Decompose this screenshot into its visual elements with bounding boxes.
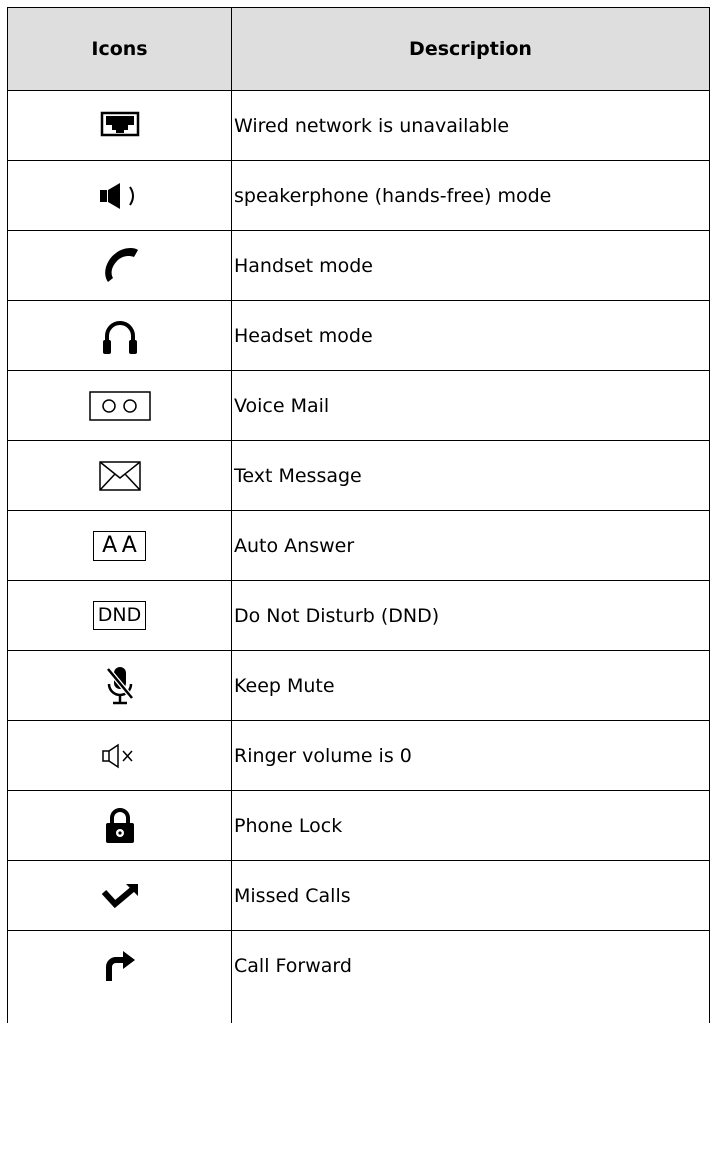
text-message-icon: [98, 460, 142, 492]
description: Voice Mail: [232, 371, 710, 440]
header-description: Description: [232, 8, 710, 90]
call-forward-icon: [103, 949, 137, 983]
table-row: AA Auto Answer: [7, 511, 710, 581]
description: Wired network is unavailable: [232, 91, 710, 160]
table-row: Call Forward: [7, 931, 710, 1023]
table-row: Headset mode: [7, 301, 710, 371]
table-row: Wired network is unavailable: [7, 91, 710, 161]
table-row: Keep Mute: [7, 651, 710, 721]
icons-table: Icons Description Wired network is unava…: [7, 7, 710, 1023]
phone-lock-icon: [103, 807, 137, 845]
headset-icon: [101, 316, 139, 356]
description: Missed Calls: [232, 861, 710, 930]
table-row: DND Do Not Disturb (DND): [7, 581, 710, 651]
table-row: Voice Mail: [7, 371, 710, 441]
table-row: Text Message: [7, 441, 710, 511]
handset-icon: [100, 246, 140, 286]
table-row: Handset mode: [7, 231, 710, 301]
description: Ringer volume is 0: [232, 721, 710, 790]
description: speakerphone (hands-free) mode: [232, 161, 710, 230]
voice-mail-icon: [88, 390, 151, 421]
auto-answer-icon: AA: [93, 530, 146, 561]
description: Handset mode: [232, 231, 710, 300]
header-icons: Icons: [7, 8, 232, 90]
description: Auto Answer: [232, 511, 710, 580]
table-row: Missed Calls: [7, 861, 710, 931]
description: Keep Mute: [232, 651, 710, 720]
description: Do Not Disturb (DND): [232, 581, 710, 650]
description: Call Forward: [232, 931, 710, 1023]
table-row: speakerphone (hands-free) mode: [7, 161, 710, 231]
table-row: Phone Lock: [7, 791, 710, 861]
wired-network-unavailable-icon: [100, 111, 140, 141]
missed-calls-icon: [100, 882, 140, 910]
ringer-volume-zero-icon: [101, 742, 139, 770]
table-header-row: Icons Description: [7, 7, 710, 91]
description: Phone Lock: [232, 791, 710, 860]
description: Text Message: [232, 441, 710, 510]
description: Headset mode: [232, 301, 710, 370]
keep-mute-icon: [102, 664, 138, 708]
dnd-icon: DND: [92, 601, 147, 630]
table-row: Ringer volume is 0: [7, 721, 710, 791]
speakerphone-icon: [98, 181, 142, 211]
